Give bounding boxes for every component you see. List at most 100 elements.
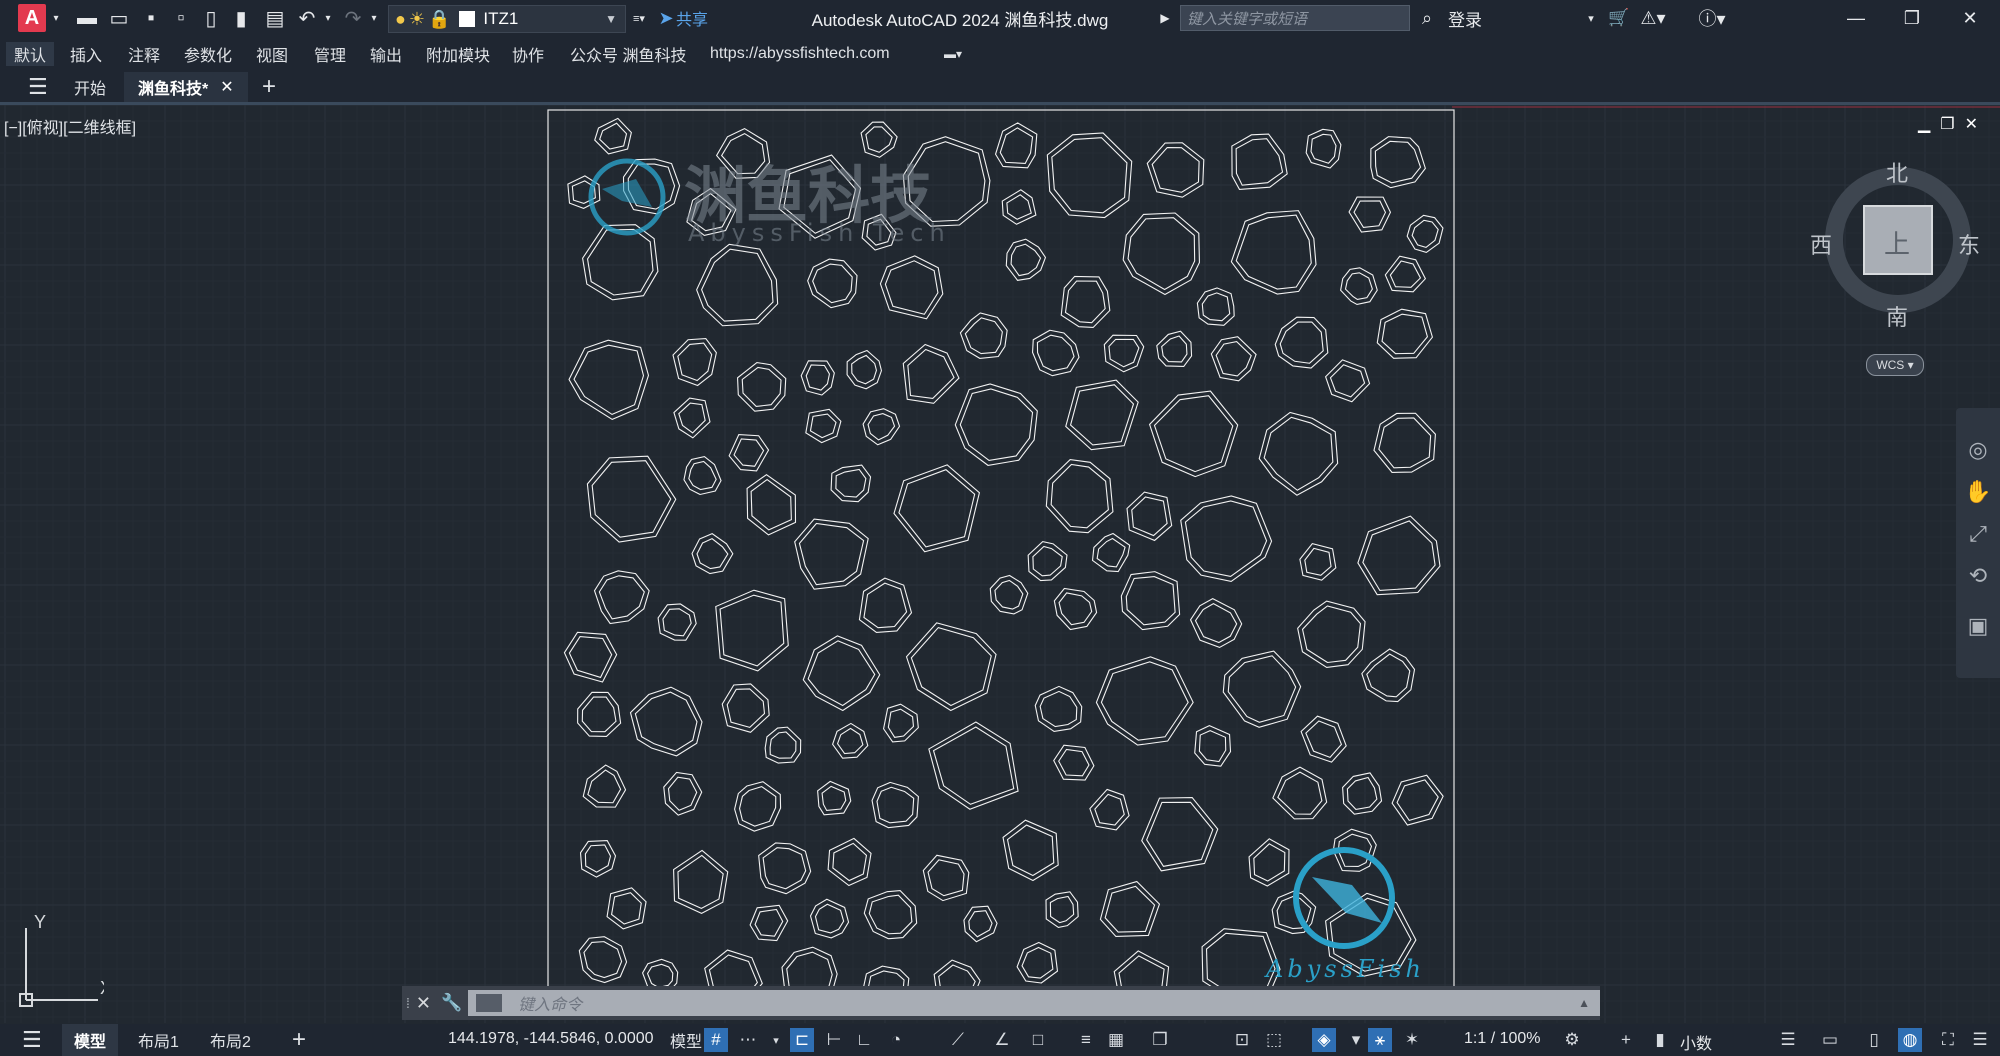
application-menu-button[interactable]: A	[18, 4, 46, 32]
snap-icon[interactable]: ⋯	[736, 1028, 760, 1052]
ribbon-tab-insert[interactable]: 插入	[62, 42, 110, 66]
compass-north[interactable]: 北	[1886, 156, 1908, 188]
redo-icon[interactable]: ↷	[340, 4, 366, 32]
snap-dropdown-icon[interactable]: ▾	[764, 1028, 788, 1052]
status-menu-icon[interactable]: ☰	[10, 1024, 54, 1056]
object-snap-icon[interactable]: □	[1026, 1028, 1050, 1052]
viewport-controls-label[interactable]: [−][俯视][二维线框]	[4, 114, 136, 138]
tab-layout1[interactable]: 布局1	[126, 1024, 191, 1056]
chevron-right-icon[interactable]: ▶	[1158, 4, 1172, 32]
plot-icon[interactable]: ▤	[262, 4, 288, 32]
cursor-coordinates[interactable]: 144.1978, -144.5846, 0.0000	[448, 1030, 654, 1048]
app-menu-dropdown-icon[interactable]: ▾	[50, 4, 62, 32]
customization-icon[interactable]: ☰	[1968, 1028, 1992, 1052]
search-input[interactable]: 键入关键字或短语	[1180, 5, 1410, 31]
ortho-icon[interactable]: ∟	[852, 1028, 876, 1052]
ribbon-display-toggle-icon[interactable]: ▬▾	[936, 42, 970, 66]
fullscreen-icon[interactable]: ⛶	[1936, 1028, 1960, 1052]
wcs-menu[interactable]: WCS ▾	[1866, 354, 1924, 376]
tab-start[interactable]: 开始	[60, 72, 120, 102]
grid-icon[interactable]: #	[704, 1028, 728, 1052]
redo-dropdown-icon[interactable]: ▾	[368, 4, 380, 32]
customize-quick-access-icon[interactable]: ≡▾	[632, 4, 646, 32]
ribbon-tab-collaborate[interactable]: 协作	[504, 42, 552, 66]
viewcube[interactable]: 北 南 西 东 上	[1810, 160, 1980, 330]
ribbon-tab-default[interactable]: 默认	[6, 42, 55, 66]
tab-layout2[interactable]: 布局2	[198, 1024, 263, 1056]
object-snap-tracking-icon[interactable]: ∠	[990, 1028, 1014, 1052]
ribbon-tab-annotate[interactable]: 注释	[120, 42, 168, 66]
ribbon-tab-website[interactable]: https://abyssfishtech.com	[702, 42, 898, 66]
customize-icon[interactable]: 🔧	[441, 993, 462, 1013]
undo-dropdown-icon[interactable]: ▾	[322, 4, 334, 32]
steering-wheel-icon[interactable]: ◎	[1964, 436, 1992, 464]
hardware-acceleration-icon[interactable]: ▯	[1862, 1028, 1886, 1052]
ribbon-tab-manage[interactable]: 管理	[306, 42, 354, 66]
help-icon[interactable]: ⓘ▾	[1694, 4, 1730, 32]
workspace-gear-icon[interactable]: ⚙	[1560, 1028, 1584, 1052]
save-as-icon[interactable]: ▫	[168, 4, 194, 32]
share-icon[interactable]: ➤	[656, 4, 676, 32]
close-icon[interactable]: ✕	[1950, 4, 1990, 32]
ribbon-tab-parametric[interactable]: 参数化	[176, 42, 240, 66]
dynamic-input-icon[interactable]: ⊢	[822, 1028, 846, 1052]
drawing-viewport[interactable]: 渊鱼科技 AbyssFish Tech AbyssFish	[0, 105, 2000, 1023]
close-command-line-icon[interactable]: ✕	[416, 993, 431, 1014]
open-icon[interactable]: ▭	[106, 4, 132, 32]
quick-properties-icon[interactable]: ☰	[1776, 1028, 1800, 1052]
compass-west[interactable]: 西	[1810, 228, 1832, 260]
annotation-scale[interactable]: 1:1 / 100%	[1464, 1030, 1541, 1048]
open-web-icon[interactable]: ▯	[198, 4, 224, 32]
autodesk-app-icon[interactable]: ⚠▾	[1638, 4, 1668, 32]
add-layout-icon[interactable]: +	[280, 1024, 318, 1056]
orbit-icon[interactable]: ⟲	[1964, 562, 1992, 590]
save-icon[interactable]: ▪	[138, 4, 164, 32]
new-tab-icon[interactable]: +	[248, 72, 290, 102]
undo-icon[interactable]: ↶	[294, 4, 320, 32]
annotation-monitor-icon[interactable]: ⊡	[1230, 1028, 1254, 1052]
recent-commands-icon[interactable]	[476, 994, 503, 1012]
command-history-icon[interactable]: ▲	[1578, 996, 1590, 1010]
zoom-extents-icon[interactable]: ⤢	[1964, 520, 1992, 548]
clean-screen-toggle-icon[interactable]: ◍	[1898, 1028, 1922, 1052]
new-icon[interactable]: ▬	[74, 4, 100, 32]
infer-constraints-icon[interactable]: ⊏	[790, 1028, 814, 1052]
viewcube-face-top[interactable]: 上	[1884, 224, 1910, 261]
selection-cycling-icon[interactable]: ❐	[1148, 1028, 1172, 1052]
cart-icon[interactable]: 🛒	[1608, 4, 1630, 32]
minimize-icon[interactable]: —	[1836, 4, 1876, 32]
tab-close-icon[interactable]: ✕	[220, 77, 233, 97]
compass-south[interactable]: 南	[1886, 300, 1908, 332]
units-dropdown[interactable]: 小数	[1680, 1030, 1712, 1054]
layer-dropdown[interactable]: ●☀🔒 ITZ1 ▼	[388, 5, 626, 33]
pan-icon[interactable]: ✋	[1964, 478, 1992, 506]
ribbon-tab-wechat[interactable]: 公众号 渊鱼科技	[562, 42, 694, 66]
tab-drawing[interactable]: 渊鱼科技* ✕	[124, 72, 248, 102]
units-scale-icon[interactable]: ⬚	[1262, 1028, 1286, 1052]
viewport-window-controls[interactable]: ▁❐✕	[1918, 114, 1988, 134]
gizmo-dropdown-icon[interactable]: ▾	[1344, 1028, 1368, 1052]
tab-model[interactable]: 模型	[62, 1024, 119, 1056]
polar-tracking-icon[interactable]: ◔	[884, 1028, 908, 1052]
drawing-canvas[interactable]: 渊鱼科技AbyssFish TechAbyssFish	[0, 105, 2000, 1023]
login-button[interactable]: 登录	[1448, 4, 1482, 32]
login-dropdown-icon[interactable]: ▾	[1584, 4, 1598, 32]
share-button[interactable]: 共享	[676, 4, 708, 32]
units-icon[interactable]: ▮	[1648, 1028, 1672, 1052]
save-web-icon[interactable]: ▮	[228, 4, 254, 32]
annotate-add-icon[interactable]: +	[1614, 1028, 1638, 1052]
gizmo-icon[interactable]: ◈	[1312, 1028, 1336, 1052]
isolate-objects-icon[interactable]: ▭	[1818, 1028, 1842, 1052]
isodraft-icon[interactable]: ⟋	[946, 1028, 970, 1052]
showmotion-icon[interactable]: ▣	[1964, 612, 1992, 640]
command-input[interactable]: 键入命令 ▲	[468, 990, 1600, 1016]
lineweight-icon[interactable]: ≡	[1074, 1028, 1098, 1052]
ribbon-tab-view[interactable]: 视图	[248, 42, 296, 66]
grip-icon[interactable]: ⁞	[406, 995, 410, 1011]
compass-east[interactable]: 东	[1958, 228, 1980, 260]
hamburger-menu-icon[interactable]: ☰	[14, 72, 62, 102]
annotation-visibility-icon[interactable]: ⚹	[1368, 1028, 1392, 1052]
transparency-icon[interactable]: ▦	[1104, 1028, 1128, 1052]
restore-icon[interactable]: ❐	[1892, 4, 1932, 32]
ribbon-tab-addins[interactable]: 附加模块	[418, 42, 498, 66]
